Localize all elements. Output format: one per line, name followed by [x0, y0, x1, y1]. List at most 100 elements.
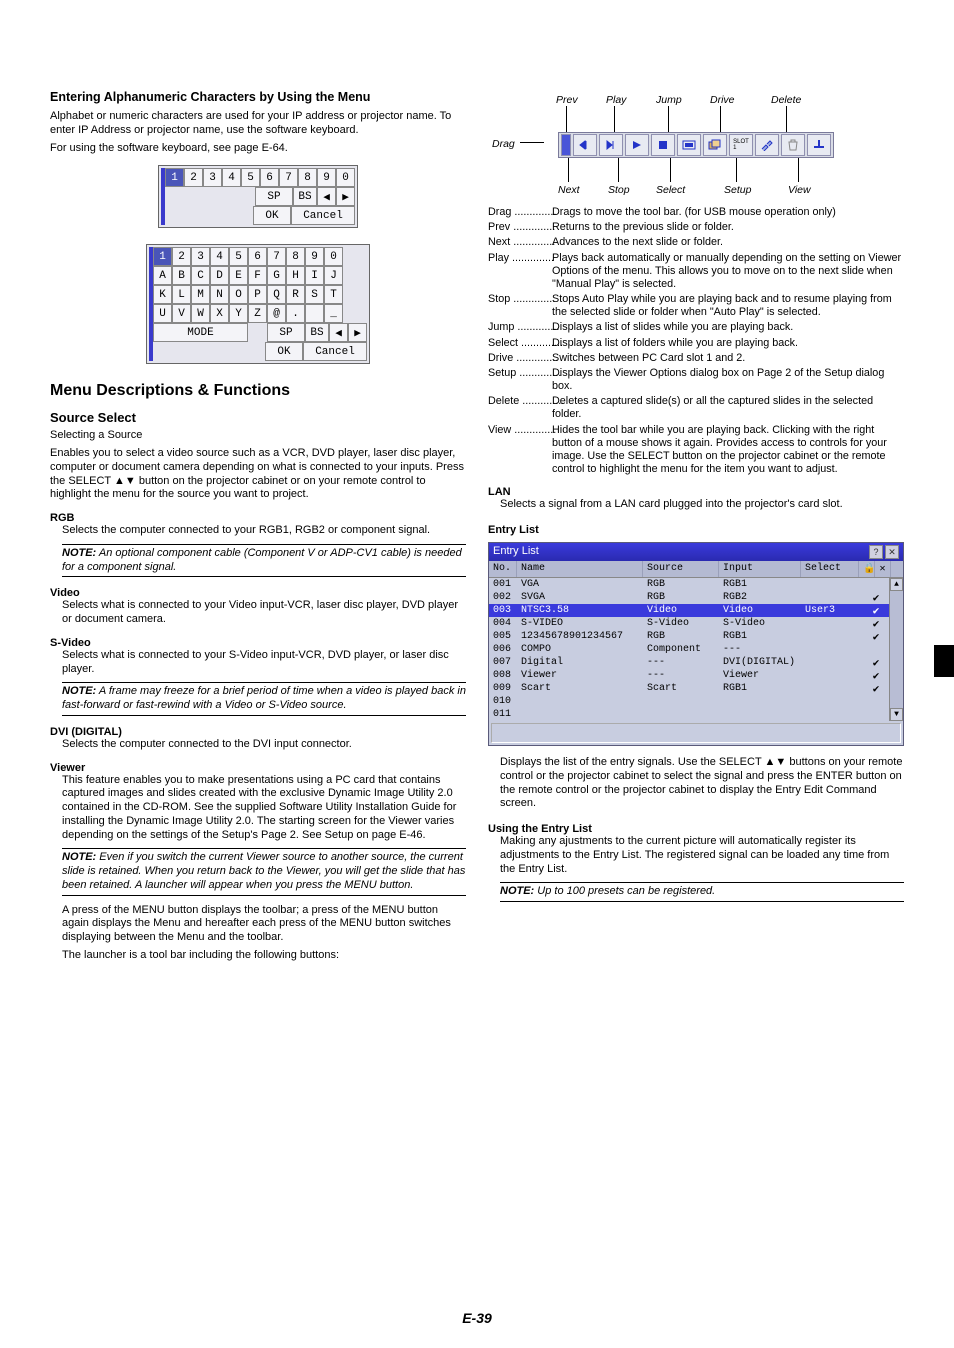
toolbar-stop-button[interactable]	[651, 134, 675, 156]
scrollbar[interactable]: ▲ ▼	[889, 578, 903, 721]
toolbar-delete-button[interactable]	[781, 134, 805, 156]
key-cancel[interactable]: Cancel	[291, 206, 355, 225]
key-cancel[interactable]: Cancel	[303, 342, 367, 361]
note-rgb: NOTE: An optional component cable (Compo…	[62, 544, 466, 578]
table-row[interactable]: 001VGARGBRGB1	[489, 578, 903, 591]
note-presets: NOTE: Up to 100 presets can be registere…	[500, 882, 904, 902]
entry-list-statusbar	[491, 723, 901, 743]
table-row[interactable]: 008Viewer---Viewer✔	[489, 669, 903, 682]
toolbar-diagram: Prev Play Jump Drive Delete Drag Next St…	[488, 90, 904, 200]
para-rgb: Selects the computer connected to your R…	[62, 524, 466, 538]
sub-video: Video	[50, 587, 466, 599]
key-sp[interactable]: SP	[255, 187, 293, 206]
entry-list-title: Entry List	[493, 545, 539, 559]
entry-list-body: 001VGARGBRGB1002SVGARGBRGB2✔003NTSC3.58V…	[489, 578, 903, 721]
software-keyboard-alpha: 1 2 3 4 5 6 7 8 9 0 ABCDEFGHIJ K	[50, 244, 466, 364]
toolbar-select-button[interactable]	[703, 134, 727, 156]
para-entry-list: Displays the list of the entry signals. …	[500, 756, 904, 811]
key-5[interactable]: 5	[241, 168, 260, 187]
key-left[interactable]: ◀	[317, 187, 336, 206]
label-jump: Jump	[656, 94, 682, 106]
sub-rgb: RGB	[50, 512, 466, 524]
heading-source-select: Source Select	[50, 410, 466, 425]
left-column: Entering Alphanumeric Characters by Usin…	[50, 90, 466, 967]
toolbar-next-button[interactable]	[599, 134, 623, 156]
label-delete: Delete	[771, 94, 801, 106]
para-video: Selects what is connected to your Video …	[62, 599, 466, 627]
toolbar-definitions: DragDrags to move the tool bar. (for USB…	[488, 206, 904, 476]
sub-svideo: S-Video	[50, 637, 466, 649]
help-icon[interactable]: ?	[869, 545, 883, 559]
key-right[interactable]: ▶	[348, 323, 367, 342]
key-4[interactable]: 4	[222, 168, 241, 187]
entry-list-window: Entry List ? ✕ No. Name Source Input Sel…	[488, 542, 904, 746]
label-drive: Drive	[710, 94, 735, 106]
toolbar-setup-button[interactable]	[755, 134, 779, 156]
para-selecting-source: Selecting a Source	[50, 429, 466, 443]
toolbar-drag-handle[interactable]	[561, 134, 571, 156]
sub-dvi: DVI (DIGITAL)	[50, 726, 466, 738]
label-play: Play	[606, 94, 626, 106]
sub-entry-list: Entry List	[488, 524, 904, 536]
para-enter-2: For using the software keyboard, see pag…	[50, 142, 466, 156]
para-using-entry-list: Making any ajustments to the current pic…	[500, 835, 904, 876]
toolbar-play-button[interactable]	[625, 134, 649, 156]
key-ok[interactable]: OK	[265, 342, 303, 361]
skip-icon[interactable]: ✕	[875, 561, 891, 577]
label-drag: Drag	[492, 138, 515, 150]
toolbar-drive-button[interactable]: SLOT1	[729, 134, 753, 156]
label-setup: Setup	[724, 184, 751, 196]
key-1[interactable]: 1	[165, 168, 184, 187]
key-0[interactable]: 0	[336, 168, 355, 187]
label-prev: Prev	[556, 94, 578, 106]
toolbar-prev-button[interactable]	[573, 134, 597, 156]
key-left[interactable]: ◀	[329, 323, 348, 342]
key-9[interactable]: 9	[317, 168, 336, 187]
table-row[interactable]: 009ScartScartRGB1✔	[489, 682, 903, 695]
table-row[interactable]: 010	[489, 695, 903, 708]
key-bs[interactable]: BS	[305, 323, 329, 342]
key-ok[interactable]: OK	[253, 206, 291, 225]
para-dvi: Selects the computer connected to the DV…	[62, 738, 466, 752]
para-viewer-3: The launcher is a tool bar including the…	[62, 949, 466, 963]
table-row[interactable]: 004S-VIDEOS-VideoS-Video✔	[489, 617, 903, 630]
scroll-up-icon[interactable]: ▲	[890, 578, 903, 591]
key-right[interactable]: ▶	[336, 187, 355, 206]
para-enter-1: Alphabet or numeric characters are used …	[50, 110, 466, 138]
table-row[interactable]: 002SVGARGBRGB2✔	[489, 591, 903, 604]
toolbar-jump-button[interactable]	[677, 134, 701, 156]
entry-list-header: No. Name Source Input Select 🔒 ✕	[489, 561, 903, 578]
label-select: Select	[656, 184, 685, 196]
heading-menu-descriptions: Menu Descriptions & Functions	[50, 382, 466, 400]
para-viewer-2: A press of the MENU button displays the …	[62, 904, 466, 945]
key-7[interactable]: 7	[279, 168, 298, 187]
sub-using-entry-list: Using the Entry List	[488, 823, 904, 835]
key-3[interactable]: 3	[203, 168, 222, 187]
label-stop: Stop	[608, 184, 630, 196]
heading-entering-chars: Entering Alphanumeric Characters by Usin…	[50, 90, 466, 104]
table-row[interactable]: 003NTSC3.58VideoVideoUser3✔	[489, 604, 903, 617]
scroll-down-icon[interactable]: ▼	[890, 708, 903, 721]
table-row[interactable]: 00512345678901234567RGBRGB1✔	[489, 630, 903, 643]
para-source-desc: Enables you to select a video source suc…	[50, 447, 466, 502]
label-view: View	[788, 184, 811, 196]
page-edge-tab	[934, 645, 954, 677]
close-icon[interactable]: ✕	[885, 545, 899, 559]
key-2[interactable]: 2	[184, 168, 203, 187]
right-column: Prev Play Jump Drive Delete Drag Next St…	[488, 90, 904, 967]
key-6[interactable]: 6	[260, 168, 279, 187]
entry-list-titlebar: Entry List ? ✕	[489, 543, 903, 561]
toolbar-view-button[interactable]	[807, 134, 831, 156]
key-bs[interactable]: BS	[293, 187, 317, 206]
table-row[interactable]: 007Digital---DVI(DIGITAL)✔	[489, 656, 903, 669]
key-8[interactable]: 8	[298, 168, 317, 187]
key-mode[interactable]: MODE	[153, 323, 248, 342]
label-next: Next	[558, 184, 580, 196]
table-row[interactable]: 011	[489, 708, 903, 721]
key-sp[interactable]: SP	[267, 323, 305, 342]
lock-icon[interactable]: 🔒	[859, 561, 875, 577]
para-lan: Selects a signal from a LAN card plugged…	[500, 498, 904, 512]
table-row[interactable]: 006COMPOComponent---	[489, 643, 903, 656]
software-keyboard-numeric: 1 2 3 4 5 6 7 8 9 0 SP BS ◀ ▶	[50, 165, 466, 228]
sub-viewer: Viewer	[50, 762, 466, 774]
